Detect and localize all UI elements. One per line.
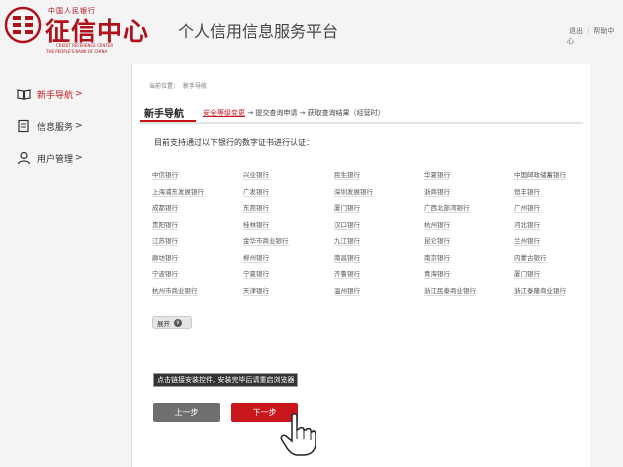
bank-item: 柳州银行 [243, 253, 269, 263]
expand-button[interactable]: 展开 ∨ [152, 316, 192, 329]
bank-item: 中信银行 [152, 171, 178, 180]
sidebar-item-user-management[interactable]: 用户管理 > [0, 145, 130, 171]
main-panel: 当前位置： 新手导航 新手导航 安全等级变更 → 提交查询申请 → 获取查询结果（… [131, 64, 590, 467]
bank-item: 南京银行 [424, 253, 450, 263]
step-arrow: → [297, 109, 308, 117]
bank-item: 广西北部湾银行 [424, 204, 470, 213]
bank-item: 厦门银行 [334, 204, 360, 213]
bank-item: 东莞银行 [243, 204, 269, 213]
bank-item: 杭州市商业银行 [152, 286, 198, 296]
sidebar-item-label: 新手导航 [37, 90, 74, 101]
chevron-right-icon: > [75, 153, 83, 163]
bank-item: 昆仑银行 [424, 237, 450, 246]
bank-item: 深圳发展银行 [334, 187, 373, 197]
chevron-right-icon: > [75, 121, 83, 131]
sidebar: 新手导航 > 信息服务 > 用户管理 > [0, 64, 130, 467]
breadcrumb-current[interactable]: 新手导航 [183, 83, 207, 90]
previous-step-button[interactable]: 上一步 [153, 403, 220, 422]
sidebar-item-novice-guide[interactable]: 新手导航 > [0, 81, 130, 107]
step-security-level-change[interactable]: 安全等级变更 [203, 109, 245, 117]
link-separator: | [587, 27, 590, 35]
tab-bar: 新手导航 安全等级变更 → 提交查询申请 → 获取查询结果（经营时） [140, 103, 583, 124]
logout-link[interactable]: 退出 [569, 27, 583, 35]
bank-item: 宁夏银行 [243, 270, 269, 279]
sidebar-item-information-service[interactable]: 信息服务 > [0, 113, 130, 139]
step-submit-query: 提交查询申请 [255, 109, 298, 117]
chevron-right-icon: > [75, 89, 83, 99]
step-progress: 安全等级变更 → 提交查询申请 → 获取查询结果（经营时） [203, 108, 385, 118]
tab-novice-guide[interactable]: 新手导航 [144, 105, 184, 120]
header: 中国人民银行 征信中心 CREDIT REFERENCE CENTER THE … [0, 0, 623, 62]
bank-item: 恒丰银行 [514, 187, 540, 197]
breadcrumb: 当前位置： 新手导航 [149, 81, 211, 90]
bank-item: 广州银行 [514, 204, 540, 213]
bank-item: 九江银行 [334, 237, 360, 246]
bank-item: 广发银行 [243, 187, 269, 197]
bank-item: 汉口银行 [334, 220, 360, 230]
platform-title: 个人信用信息服务平台 [178, 22, 339, 41]
top-links: 退出 | 帮助中心 [567, 26, 623, 46]
bank-item: 江苏银行 [152, 237, 178, 246]
book-icon [17, 89, 31, 100]
bank-item: 温州银行 [334, 286, 360, 296]
document-icon [18, 119, 29, 133]
bank-item: 河北银行 [514, 220, 540, 230]
step-get-result: 获取查询结果（经营时） [307, 109, 385, 117]
bank-item: 宁波银行 [152, 270, 178, 279]
sidebar-item-label: 信息服务 [37, 122, 74, 133]
bank-item: 厦门银行 [514, 270, 540, 279]
user-icon [17, 151, 31, 165]
bank-item: 金华市商业银行 [243, 237, 289, 246]
bank-item: 兰州银行 [514, 237, 540, 246]
sidebar-item-label: 用户管理 [37, 154, 74, 165]
logo-english-line2: THE PEOPLE'S BANK OF CHINA [46, 49, 108, 54]
bank-item: 上海浦东发展银行 [152, 187, 204, 197]
credit-center-logo-icon [4, 6, 42, 44]
logo-english-line1: CREDIT REFERENCE CENTER [56, 43, 114, 48]
bank-item: 浙江民泰商业银行 [424, 286, 476, 296]
tab-active-underline [140, 120, 196, 122]
bank-item: 浙商银行 [424, 187, 450, 197]
bank-item: 民生银行 [334, 171, 360, 180]
intro-text: 目前支持通过以下银行的数字证书进行认证： [154, 138, 314, 147]
bank-item: 浙江泰隆商业银行 [514, 286, 566, 296]
bank-item: 贵阳银行 [152, 220, 178, 230]
bank-item: 桂林银行 [243, 220, 269, 230]
bank-item: 齐鲁银行 [334, 270, 360, 279]
chevron-down-icon: ∨ [174, 318, 182, 327]
step-arrow: → [245, 109, 256, 117]
bank-item: 兴业银行 [243, 171, 269, 180]
bank-item: 南昌银行 [334, 253, 360, 263]
bank-item: 华夏银行 [424, 171, 450, 180]
install-control-link[interactable]: 点击链接安装控件, 安装完毕后请重启浏览器 [153, 373, 299, 387]
breadcrumb-label: 当前位置： [149, 83, 180, 90]
bank-item: 成都银行 [152, 204, 178, 213]
hand-pointer-icon [280, 413, 316, 456]
bank-item: 廊坊银行 [152, 253, 178, 263]
bank-item: 中国邮政储蓄银行 [514, 171, 566, 180]
bank-item: 青海银行 [424, 270, 450, 279]
bank-item: 杭州银行 [424, 220, 450, 230]
bank-item: 内蒙古银行 [514, 253, 547, 263]
bank-item: 天津银行 [243, 286, 269, 296]
expand-label: 展开 [157, 319, 170, 328]
